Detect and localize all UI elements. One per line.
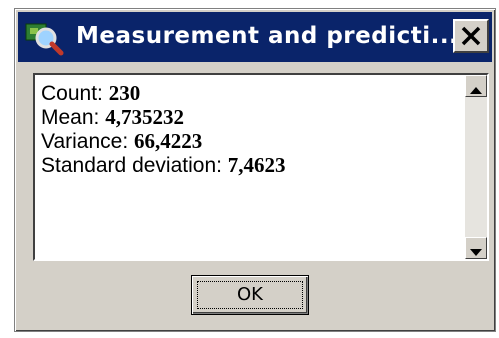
ok-button-label: OK	[237, 284, 263, 305]
count-line: Count: 230	[41, 81, 451, 105]
results-content: Count: 230 Mean: 4,735232 Variance: 66,4…	[41, 81, 451, 177]
vertical-scrollbar[interactable]	[465, 75, 487, 259]
measurement-app-icon	[24, 20, 64, 56]
title-bar[interactable]: Measurement and predicti...	[18, 12, 492, 62]
stddev-line: Standard deviation: 7,4623	[41, 153, 451, 177]
stddev-value: 7,4623	[227, 153, 286, 177]
scroll-down-button[interactable]	[465, 237, 487, 259]
close-icon	[455, 26, 487, 55]
scroll-up-button[interactable]	[465, 75, 487, 97]
variance-label: Variance:	[41, 130, 134, 153]
ok-button[interactable]: OK	[191, 275, 309, 315]
count-label: Count:	[41, 82, 109, 105]
scroll-up-arrow-icon	[470, 82, 482, 100]
count-value: 230	[108, 81, 141, 105]
measurement-dialog: Measurement and predicti... Count: 230 M…	[14, 8, 496, 332]
results-textbox[interactable]: Count: 230 Mean: 4,735232 Variance: 66,4…	[33, 73, 489, 261]
variance-value: 66,4223	[134, 129, 203, 153]
scroll-down-arrow-icon	[470, 244, 482, 262]
mean-line: Mean: 4,735232	[41, 105, 451, 129]
close-button[interactable]	[453, 19, 489, 53]
stddev-label: Standard deviation:	[41, 154, 228, 177]
mean-value: 4,735232	[105, 105, 184, 129]
window-title: Measurement and predicti...	[76, 23, 459, 49]
variance-line: Variance: 66,4223	[41, 129, 451, 153]
mean-label: Mean:	[41, 106, 106, 129]
